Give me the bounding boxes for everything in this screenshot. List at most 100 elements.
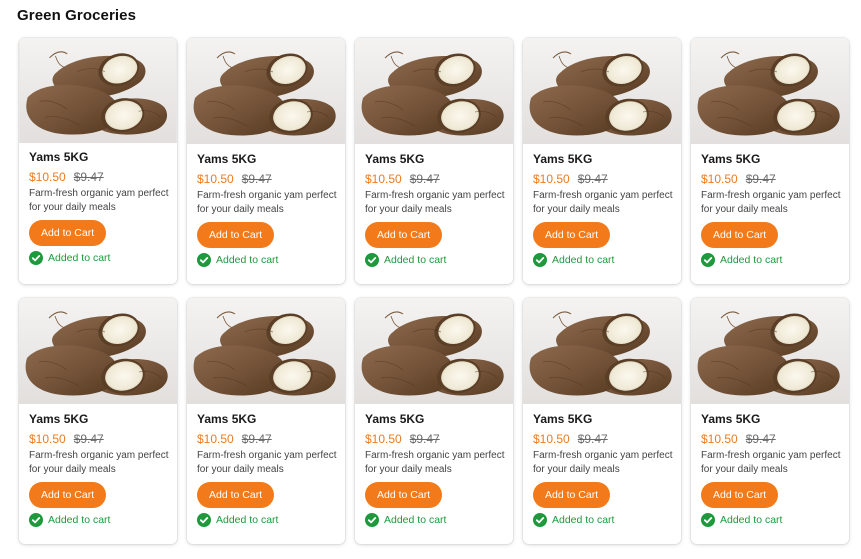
price-row: $10.50 $9.47	[197, 432, 339, 447]
card-body: Yams 5KG $10.50 $9.47 Farm-fresh organic …	[701, 407, 843, 527]
price-row: $10.50 $9.47	[533, 172, 675, 187]
product-description: Farm-fresh organic yam perfect for your …	[533, 190, 673, 215]
product-price: $10.50	[197, 432, 234, 446]
add-to-cart-button[interactable]: Add to Cart	[533, 482, 611, 508]
add-to-cart-button[interactable]: Add to Cart	[701, 222, 779, 248]
price-row: $10.50 $9.47	[701, 432, 843, 447]
check-circle-icon	[365, 513, 379, 527]
card-body: Yams 5KG $10.50 $9.47 Farm-fresh organic …	[701, 147, 843, 267]
product-description: Farm-fresh organic yam perfect for your …	[701, 450, 841, 475]
product-card[interactable]: Yams 5KG $10.50 $9.47 Farm-fresh organic …	[187, 298, 345, 544]
add-to-cart-button[interactable]: Add to Cart	[197, 222, 275, 248]
product-price: $10.50	[533, 432, 570, 446]
check-circle-icon	[29, 513, 43, 527]
added-to-cart-status: Added to cart	[197, 253, 339, 267]
product-description: Farm-fresh organic yam perfect for your …	[29, 450, 169, 475]
product-description: Farm-fresh organic yam perfect for your …	[197, 450, 337, 475]
product-price: $10.50	[365, 172, 402, 186]
product-name: Yams 5KG	[197, 412, 257, 426]
product-price: $10.50	[701, 172, 738, 186]
add-to-cart-button[interactable]: Add to Cart	[701, 482, 779, 508]
original-price: $9.47	[745, 172, 776, 186]
product-image	[355, 298, 513, 404]
check-circle-icon	[365, 253, 379, 267]
add-to-cart-button[interactable]: Add to Cart	[365, 482, 443, 508]
product-image	[187, 38, 345, 144]
card-body: Yams 5KG $10.50 $9.47 Farm-fresh organic …	[365, 407, 507, 527]
check-circle-icon	[533, 253, 547, 267]
added-to-cart-status: Added to cart	[701, 513, 843, 527]
product-image	[19, 298, 177, 404]
product-description: Farm-fresh organic yam perfect for your …	[197, 190, 337, 215]
check-circle-icon	[533, 513, 547, 527]
product-image	[187, 298, 345, 404]
product-card[interactable]: Yams 5KG $10.50 $9.47 Farm-fresh organic …	[691, 38, 849, 284]
original-price: $9.47	[577, 432, 608, 446]
product-card[interactable]: Yams 5KG $10.50 $9.47 Farm-fresh organic …	[187, 38, 345, 284]
product-name: Yams 5KG	[29, 412, 89, 426]
original-price: $9.47	[73, 170, 104, 184]
product-price: $10.50	[365, 432, 402, 446]
card-body: Yams 5KG $10.50 $9.47 Farm-fresh organic …	[29, 145, 171, 265]
product-image	[691, 38, 849, 144]
product-description: Farm-fresh organic yam perfect for your …	[29, 188, 169, 213]
card-body: Yams 5KG $10.50 $9.47 Farm-fresh organic …	[533, 147, 675, 267]
product-card[interactable]: Yams 5KG $10.50 $9.47 Farm-fresh organic …	[523, 38, 681, 284]
product-card[interactable]: Yams 5KG $10.50 $9.47 Farm-fresh organic …	[523, 298, 681, 544]
product-description: Farm-fresh organic yam perfect for your …	[701, 190, 841, 215]
added-to-cart-label: Added to cart	[216, 514, 279, 526]
product-card[interactable]: Yams 5KG $10.50 $9.47 Farm-fresh organic …	[355, 38, 513, 284]
product-price: $10.50	[29, 432, 66, 446]
add-to-cart-button[interactable]: Add to Cart	[365, 222, 443, 248]
added-to-cart-status: Added to cart	[29, 251, 171, 265]
original-price: $9.47	[409, 432, 440, 446]
product-name: Yams 5KG	[365, 412, 425, 426]
product-image	[523, 298, 681, 404]
added-to-cart-label: Added to cart	[552, 254, 615, 266]
product-card[interactable]: Yams 5KG $10.50 $9.47 Farm-fresh organic …	[19, 298, 177, 544]
add-to-cart-button[interactable]: Add to Cart	[29, 220, 107, 246]
card-body: Yams 5KG $10.50 $9.47 Farm-fresh organic …	[533, 407, 675, 527]
add-to-cart-button[interactable]: Add to Cart	[533, 222, 611, 248]
added-to-cart-status: Added to cart	[701, 253, 843, 267]
original-price: $9.47	[745, 432, 776, 446]
original-price: $9.47	[241, 172, 272, 186]
added-to-cart-status: Added to cart	[533, 513, 675, 527]
product-name: Yams 5KG	[365, 152, 425, 166]
added-to-cart-status: Added to cart	[197, 513, 339, 527]
product-description: Farm-fresh organic yam perfect for your …	[365, 450, 505, 475]
added-to-cart-status: Added to cart	[365, 253, 507, 267]
product-name: Yams 5KG	[701, 152, 761, 166]
added-to-cart-label: Added to cart	[216, 254, 279, 266]
card-body: Yams 5KG $10.50 $9.47 Farm-fresh organic …	[29, 407, 171, 527]
product-name: Yams 5KG	[197, 152, 257, 166]
product-name: Yams 5KG	[533, 412, 593, 426]
price-row: $10.50 $9.47	[29, 432, 171, 447]
product-price: $10.50	[29, 170, 66, 184]
check-circle-icon	[197, 513, 211, 527]
card-body: Yams 5KG $10.50 $9.47 Farm-fresh organic …	[197, 147, 339, 267]
check-circle-icon	[701, 253, 715, 267]
product-card[interactable]: Yams 5KG $10.50 $9.47 Farm-fresh organic …	[19, 38, 177, 284]
product-image	[691, 298, 849, 404]
product-name: Yams 5KG	[29, 150, 89, 164]
product-price: $10.50	[701, 432, 738, 446]
product-card[interactable]: Yams 5KG $10.50 $9.47 Farm-fresh organic …	[355, 298, 513, 544]
add-to-cart-button[interactable]: Add to Cart	[197, 482, 275, 508]
card-body: Yams 5KG $10.50 $9.47 Farm-fresh organic …	[365, 147, 507, 267]
added-to-cart-status: Added to cart	[365, 513, 507, 527]
added-to-cart-label: Added to cart	[720, 254, 783, 266]
add-to-cart-button[interactable]: Add to Cart	[29, 482, 107, 508]
added-to-cart-label: Added to cart	[552, 514, 615, 526]
product-card[interactable]: Yams 5KG $10.50 $9.47 Farm-fresh organic …	[691, 298, 849, 544]
price-row: $10.50 $9.47	[197, 172, 339, 187]
product-price: $10.50	[197, 172, 234, 186]
product-description: Farm-fresh organic yam perfect for your …	[365, 190, 505, 215]
check-circle-icon	[29, 251, 43, 265]
product-image	[523, 38, 681, 144]
added-to-cart-label: Added to cart	[384, 514, 447, 526]
price-row: $10.50 $9.47	[701, 172, 843, 187]
added-to-cart-label: Added to cart	[384, 254, 447, 266]
product-name: Yams 5KG	[701, 412, 761, 426]
section-title: Green Groceries	[17, 7, 137, 24]
